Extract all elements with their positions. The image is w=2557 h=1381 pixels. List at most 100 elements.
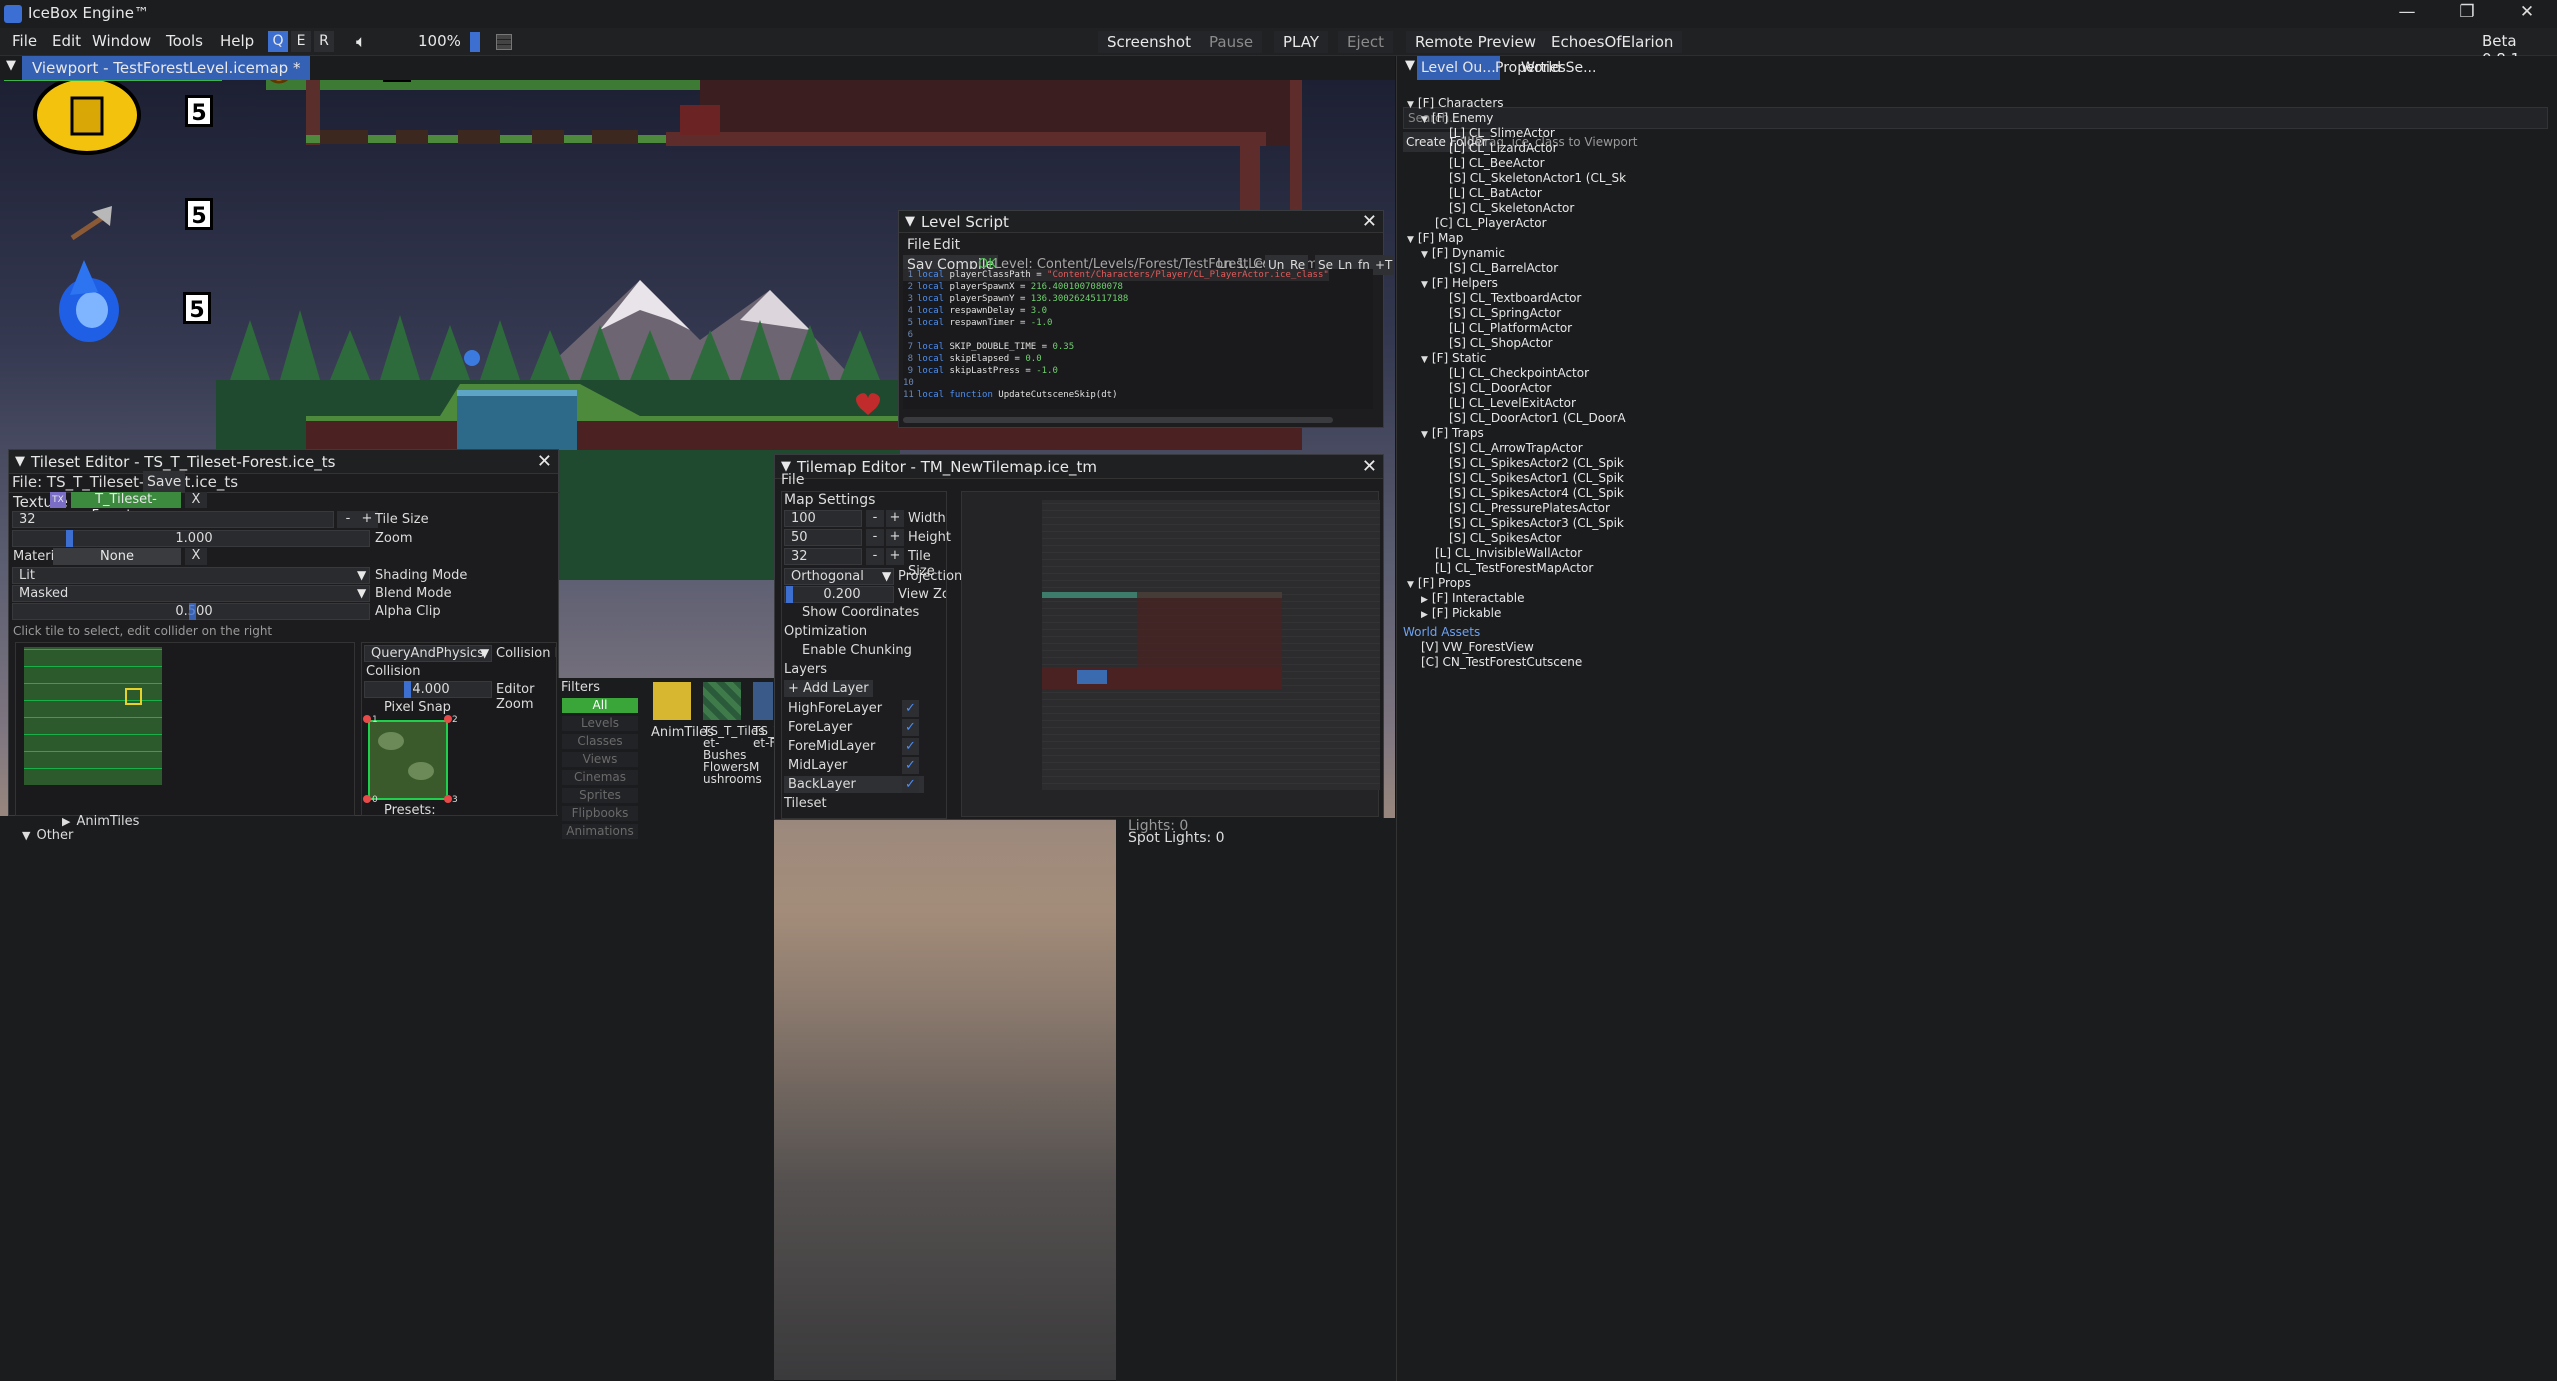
- menu-tools[interactable]: Tools: [166, 32, 203, 50]
- tilemap-menu-file[interactable]: File: [781, 472, 804, 488]
- tree-item[interactable]: [S] CL_DoorActor: [1449, 381, 1551, 395]
- height-field[interactable]: 50: [784, 529, 862, 546]
- script-menu-file[interactable]: File: [907, 237, 930, 253]
- filter-views[interactable]: Views: [562, 752, 638, 767]
- collapse-icon[interactable]: ▼: [1405, 58, 1415, 73]
- chevron-down-icon[interactable]: ▼: [357, 567, 366, 584]
- layer-row[interactable]: HighForeLayer ✓: [784, 700, 924, 717]
- tab-world-settings[interactable]: World Se...: [1517, 56, 1600, 80]
- tree-item[interactable]: [L] CL_SlimeActor: [1449, 126, 1555, 140]
- increment-button[interactable]: +: [886, 529, 904, 546]
- code-line[interactable]: 4 local respawnDelay = 3.0: [903, 305, 1047, 317]
- viewport-tab[interactable]: Viewport - TestForestLevel.icemap *: [22, 56, 311, 80]
- chevron-down-icon[interactable]: ▼: [480, 645, 489, 662]
- increment-button[interactable]: +: [886, 548, 904, 565]
- asset-thumb-animtiles[interactable]: [653, 682, 691, 720]
- decrement-button[interactable]: -: [866, 529, 884, 546]
- decrement-button[interactable]: -: [866, 548, 884, 565]
- vertex-handle[interactable]: [363, 715, 371, 723]
- tree-item[interactable]: [S] CL_SpikesActor: [1449, 531, 1561, 545]
- editor-zoom-handle[interactable]: [404, 681, 411, 698]
- code-line[interactable]: 11 local function UpdateCutsceneSkip(dt): [903, 389, 1117, 401]
- tab-level-outliner[interactable]: Level Ou...: [1417, 56, 1500, 80]
- asset-thumb-bushes[interactable]: [703, 682, 741, 720]
- world-assets-header[interactable]: World Assets: [1403, 625, 1480, 639]
- tree-folder[interactable]: ▼ [F] Characters: [1407, 96, 1504, 110]
- collapse-icon[interactable]: ▼: [15, 450, 25, 474]
- filter-sprites[interactable]: Sprites: [562, 788, 638, 803]
- expanded-icon[interactable]: ▼: [1421, 280, 1428, 290]
- visibility-check-icon[interactable]: ✓: [902, 776, 919, 793]
- code-line[interactable]: 2 local playerSpawnX = 216.4001007080078: [903, 281, 1123, 293]
- layer-row[interactable]: ForeLayer ✓: [784, 719, 924, 736]
- play-button[interactable]: PLAY: [1274, 31, 1329, 53]
- collapse-icon[interactable]: ▼: [6, 58, 16, 73]
- remote-preview-button[interactable]: Remote Preview: [1406, 31, 1546, 53]
- tree-item[interactable]: [S] CL_SpikesActor2 (CL_Spik: [1449, 456, 1624, 470]
- tree-item[interactable]: [C] CL_PlayerActor: [1435, 216, 1547, 230]
- expanded-icon[interactable]: ▼: [1407, 235, 1414, 245]
- tree-folder[interactable]: ▶ [F] Pickable: [1421, 606, 1501, 620]
- tree-item[interactable]: [S] CL_ArrowTrapActor: [1449, 441, 1583, 455]
- tree-item[interactable]: [S] CL_TextboardActor: [1449, 291, 1581, 305]
- expanded-icon[interactable]: ▼: [1421, 115, 1428, 125]
- tileset-editor-titlebar[interactable]: ▼ Tileset Editor - TS_T_Tileset-Forest.i…: [9, 450, 558, 474]
- code-line[interactable]: 3 local playerSpawnY = 136.30026245117188: [903, 293, 1129, 305]
- horizontal-scrollbar[interactable]: [903, 417, 1333, 423]
- close-icon[interactable]: ✕: [1362, 211, 1377, 233]
- tree-item[interactable]: [L] CL_InvisibleWallActor: [1435, 546, 1582, 560]
- code-line[interactable]: 5 local respawnTimer = -1.0: [903, 317, 1053, 329]
- tree-folder[interactable]: ▼ [F] Map: [1407, 231, 1463, 245]
- collision-mode-select[interactable]: QueryAndPhysics: [364, 645, 492, 662]
- layer-row[interactable]: ForeMidLayer ✓: [784, 738, 924, 755]
- tree-folder[interactable]: ▼ [F] Helpers: [1421, 276, 1498, 290]
- tree-folder[interactable]: ▼ [F] Dynamic: [1421, 246, 1505, 260]
- close-icon[interactable]: ✕: [537, 450, 552, 474]
- tree-folder[interactable]: ▼ [F] Props: [1407, 576, 1471, 590]
- alpha-clip-handle[interactable]: [189, 603, 196, 620]
- mode-q-button[interactable]: Q: [268, 31, 288, 52]
- code-line[interactable]: 8 local skipElapsed = 0.0: [903, 353, 1042, 365]
- code-line[interactable]: 7 local SKIP_DOUBLE_TIME = 0.35: [903, 341, 1075, 353]
- tree-item[interactable]: [L] CL_LizardActor: [1449, 141, 1558, 155]
- tree-item[interactable]: [S] CL_BarrelActor: [1449, 261, 1558, 275]
- tile-size-field[interactable]: 32: [12, 511, 334, 528]
- tree-folder[interactable]: ▼ [F] Enemy: [1421, 111, 1493, 125]
- tree-folder[interactable]: ▼ [F] Traps: [1421, 426, 1484, 440]
- menu-file[interactable]: File: [12, 32, 37, 50]
- expanded-icon[interactable]: ▼: [1421, 355, 1428, 365]
- expanded-icon[interactable]: ▼: [1421, 250, 1428, 260]
- filter-cinemas[interactable]: Cinemas: [562, 770, 638, 785]
- speaker-icon[interactable]: 🔈︎: [356, 32, 366, 52]
- tilemap-canvas[interactable]: [961, 491, 1380, 817]
- add-tab-button[interactable]: +T: [1373, 255, 1395, 275]
- vertex-handle[interactable]: [444, 715, 452, 723]
- tree-item[interactable]: [L] CL_CheckpointActor: [1449, 366, 1589, 380]
- expanded-icon[interactable]: ▼: [1421, 430, 1428, 440]
- visibility-check-icon[interactable]: ✓: [902, 700, 919, 717]
- code-line[interactable]: 10: [903, 377, 917, 389]
- tree-item[interactable]: [S] CL_ShopActor: [1449, 336, 1553, 350]
- tree-item[interactable]: [S] CL_SkeletonActor1 (CL_Sk: [1449, 171, 1626, 185]
- zoom-handle[interactable]: [66, 530, 73, 547]
- tile-palette[interactable]: [15, 642, 355, 816]
- texture-clear-button[interactable]: X: [185, 492, 207, 508]
- code-line[interactable]: 9 local skipLastPress = -1.0: [903, 365, 1058, 377]
- texture-value[interactable]: T_Tileset-Forest.png: [71, 492, 181, 523]
- show-coordinates-checkbox[interactable]: Show Coordinates: [802, 605, 919, 620]
- increment-button[interactable]: +: [886, 510, 904, 527]
- tree-item[interactable]: [S] CL_SpikesActor1 (CL_Spik: [1449, 471, 1624, 485]
- selected-tile[interactable]: [125, 688, 142, 705]
- world-asset-item[interactable]: [C] CN_TestForestCutscene: [1421, 655, 1582, 669]
- view-zoom-handle[interactable]: [786, 586, 793, 603]
- restore-button[interactable]: ❐: [2444, 2, 2490, 26]
- tree-item[interactable]: [L] CL_BeeActor: [1449, 156, 1545, 170]
- expanded-icon[interactable]: ▼: [1407, 100, 1414, 110]
- eject-button[interactable]: Eject: [1338, 31, 1394, 53]
- filter-all[interactable]: All: [562, 698, 638, 713]
- code-editor[interactable]: 1 local playerClassPath = "Content/Charac…: [903, 269, 1373, 409]
- tree-item[interactable]: [S] CL_SpikesActor3 (CL_Spik: [1449, 516, 1624, 530]
- filter-animations[interactable]: Animations: [562, 824, 638, 839]
- tree-item-animtiles[interactable]: ▶ AnimTiles: [62, 814, 139, 829]
- decrement-button[interactable]: -: [866, 510, 884, 527]
